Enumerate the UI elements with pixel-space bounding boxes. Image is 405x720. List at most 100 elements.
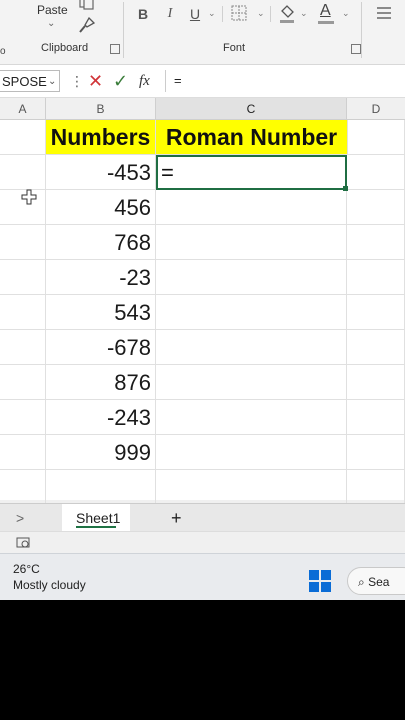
cell-c-empty[interactable] <box>156 435 347 470</box>
header-cell-roman-number[interactable]: Roman Number <box>156 120 348 155</box>
more-options-icon[interactable]: ⋮ <box>70 71 84 91</box>
sheet-nav-icon[interactable]: > <box>16 504 24 532</box>
cell-a-empty[interactable] <box>0 365 46 400</box>
sheet-tabs-bar: > Sheet1 + <box>0 503 405 532</box>
number-cell[interactable]: 543 <box>46 295 156 330</box>
cell-d-empty[interactable] <box>347 470 405 505</box>
cell-d-empty[interactable] <box>347 330 405 365</box>
search-icon: ⌕ <box>358 575 365 589</box>
number-cell[interactable]: 456 <box>46 190 156 225</box>
insert-function-icon[interactable]: fx <box>139 71 150 91</box>
cell-a-empty[interactable] <box>0 435 46 470</box>
underline-dropdown-icon[interactable]: ⌄ <box>208 8 216 19</box>
name-box-dropdown-icon[interactable]: ⌄ <box>48 72 56 92</box>
cell-a-empty[interactable] <box>0 225 46 260</box>
cell-d-empty[interactable] <box>347 190 405 225</box>
copy-icon[interactable] <box>78 0 96 10</box>
search-label: Sea <box>368 575 390 589</box>
cell-c-empty[interactable] <box>156 470 347 505</box>
font-launcher-icon[interactable] <box>351 44 361 54</box>
borders-dropdown-icon[interactable]: ⌄ <box>257 8 265 19</box>
formula-input[interactable]: = <box>165 70 405 92</box>
fill-handle[interactable] <box>343 186 348 191</box>
windows-taskbar: 26°C Mostly cloudy ⌕ Sea <box>0 553 405 600</box>
taskbar-search[interactable]: ⌕ Sea <box>347 567 405 595</box>
cancel-icon[interactable]: ✕ <box>88 71 103 91</box>
font-color-button[interactable]: A <box>318 2 334 25</box>
cell-b-empty[interactable] <box>46 470 156 505</box>
number-cell[interactable]: -678 <box>46 330 156 365</box>
font-group-label: Font <box>223 42 246 54</box>
font-color-dropdown-icon[interactable]: ⌄ <box>342 8 350 19</box>
cell-d-empty[interactable] <box>347 435 405 470</box>
name-box-value: SPOSE <box>2 74 47 89</box>
underline-button[interactable]: U <box>188 4 202 24</box>
ribbon-divider <box>123 2 124 58</box>
formula-content: = <box>174 73 182 88</box>
cell-d-empty[interactable] <box>347 365 405 400</box>
format-painter-icon[interactable] <box>78 16 96 34</box>
weather-condition: Mostly cloudy <box>13 578 86 592</box>
cell-a-empty[interactable] <box>0 260 46 295</box>
active-cell-c3[interactable]: = <box>156 155 347 190</box>
cell-c-empty[interactable] <box>156 190 347 225</box>
cell-c-empty[interactable] <box>156 400 347 435</box>
italic-button[interactable]: I <box>163 4 177 24</box>
fill-color-icon[interactable] <box>278 3 296 25</box>
clipboard-launcher-icon[interactable] <box>110 44 120 54</box>
ribbon-divider <box>270 6 271 22</box>
cell-d-empty[interactable] <box>347 295 405 330</box>
paste-label: Paste <box>37 3 68 17</box>
cell-d-empty[interactable] <box>347 260 405 295</box>
column-header-b[interactable]: B <box>46 98 156 120</box>
header-cell-numbers[interactable]: Numbers <box>46 120 156 155</box>
font-color-letter: A <box>320 2 331 19</box>
formula-bar: SPOSE ⌄ ⋮ ✕ ✓ fx = <box>0 65 405 98</box>
active-tab-underline <box>76 526 116 528</box>
cell-a-empty[interactable] <box>0 295 46 330</box>
weather-widget[interactable]: 26°C Mostly cloudy <box>0 554 110 600</box>
paste-button[interactable]: Paste ⌄ <box>28 0 74 40</box>
add-sheet-button[interactable]: + <box>171 504 182 532</box>
cell-d-empty[interactable] <box>347 120 405 155</box>
windows-start-icon[interactable] <box>309 570 331 592</box>
cell-a-empty[interactable] <box>0 155 46 190</box>
number-cell[interactable]: -453 <box>46 155 156 190</box>
cell-c-empty[interactable] <box>156 295 347 330</box>
number-cell[interactable]: 876 <box>46 365 156 400</box>
status-bar <box>0 531 405 554</box>
enter-icon[interactable]: ✓ <box>113 71 128 91</box>
cell-c-empty[interactable] <box>156 330 347 365</box>
cell-a-empty[interactable] <box>0 120 46 155</box>
cell-d-empty[interactable] <box>347 225 405 260</box>
cell-cursor-icon <box>21 189 37 205</box>
column-header-c[interactable]: C <box>156 98 347 120</box>
ribbon-divider <box>361 2 362 58</box>
cell-d-empty[interactable] <box>347 400 405 435</box>
font-color-swatch <box>318 21 334 24</box>
cell-a-empty[interactable] <box>0 470 46 505</box>
cell-a-empty[interactable] <box>0 330 46 365</box>
paste-dropdown-icon: ⌄ <box>47 18 56 29</box>
align-icon[interactable] <box>376 5 392 21</box>
column-header-a[interactable]: A <box>0 98 46 120</box>
ribbon-left-fragment: o <box>0 46 6 57</box>
spreadsheet-grid[interactable]: Numbers Roman Number -453 = 456 768 -23 543 -6… <box>0 120 405 505</box>
cell-c-empty[interactable] <box>156 225 347 260</box>
cell-a-empty[interactable] <box>0 400 46 435</box>
cell-d-empty[interactable] <box>347 155 405 190</box>
tab-sheet1[interactable]: Sheet1 <box>62 504 130 532</box>
cell-c-empty[interactable] <box>156 365 347 400</box>
accessibility-icon[interactable] <box>16 537 30 549</box>
number-cell[interactable]: 999 <box>46 435 156 470</box>
fill-color-dropdown-icon[interactable]: ⌄ <box>300 8 308 19</box>
number-cell[interactable]: -23 <box>46 260 156 295</box>
clipboard-group-label: Clipboard <box>41 42 89 54</box>
bold-button[interactable]: B <box>136 4 150 24</box>
borders-icon[interactable] <box>231 5 247 21</box>
number-cell[interactable]: 768 <box>46 225 156 260</box>
cell-c-empty[interactable] <box>156 260 347 295</box>
number-cell[interactable]: -243 <box>46 400 156 435</box>
excel-screen: o Paste ⌄ Clipboard B I U ⌄ ⌄ ⌄ A ⌄ Font… <box>0 0 405 600</box>
column-header-d[interactable]: D <box>347 98 405 120</box>
